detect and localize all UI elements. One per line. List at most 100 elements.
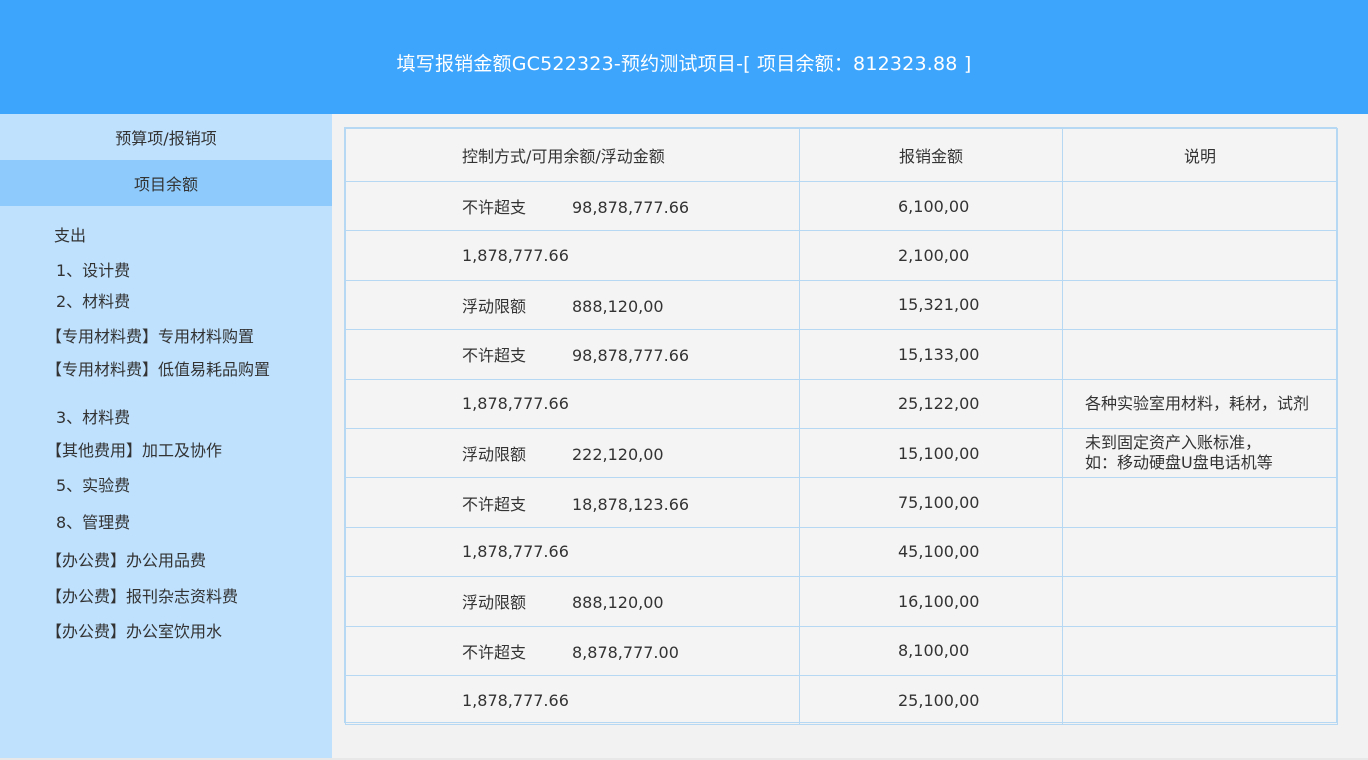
- control-mode: 浮动限额: [462, 296, 527, 316]
- note-cell: [1062, 279, 1338, 331]
- reimbursement-amount-cell[interactable]: 15,133,00: [799, 329, 1063, 380]
- tab-project-balance[interactable]: 项目余额: [0, 160, 332, 206]
- table-row: 不许超支 98,878,777.66 6,100,00: [345, 180, 1338, 232]
- tab-project-balance-label: 项目余额: [133, 175, 198, 194]
- sidebar-item-special-material-purchase[interactable]: 【专用材料费】专用材料购置: [46, 323, 254, 347]
- reimbursement-amount: 15,321,00: [898, 295, 980, 315]
- control-mode: 1,878,777.66: [462, 394, 569, 414]
- table-row: 浮动限额 222,120,00 15,100,00 未到固定资产入账标准， 如：移动硬盘…: [345, 427, 1338, 479]
- note-cell: [1062, 329, 1338, 380]
- note-cell: [1062, 526, 1338, 578]
- sidebar-item-management-fee[interactable]: 8、管理费: [56, 509, 130, 533]
- note-cell: [1062, 625, 1338, 676]
- table-header-row: 控制方式/可用余额/浮动金额 报销金额 说明: [345, 128, 1338, 182]
- available-balance: 888,120,00: [572, 296, 664, 316]
- note-text: 未到固定资产入账标准，: [1085, 433, 1262, 453]
- sidebar-item-expenditure[interactable]: 支出: [54, 222, 86, 246]
- control-cell: 不许超支 98,878,777.66: [345, 180, 800, 232]
- control-cell: 不许超支 18,878,123.66: [345, 477, 800, 528]
- note-cell: [1062, 477, 1338, 528]
- reimbursement-amount: 8,100,00: [898, 641, 970, 661]
- control-cell: 浮动限额 888,120,00: [345, 279, 800, 331]
- control-mode: 浮动限额: [462, 593, 527, 613]
- table-row: 1,878,777.66 45,100,00: [345, 526, 1338, 578]
- sidebar-item-experiment-fee[interactable]: 5、实验费: [56, 472, 130, 496]
- control-cell: 1,878,777.66: [345, 378, 800, 429]
- reimbursement-amount-cell[interactable]: 15,100,00: [799, 427, 1063, 479]
- note-text: 各种实验室用材料，耗材，试剂: [1085, 393, 1310, 413]
- sidebar-item-drinking-water[interactable]: 【办公费】办公室饮用水: [46, 618, 222, 642]
- reimbursement-amount: 15,133,00: [898, 344, 980, 364]
- control-cell: 不许超支 98,878,777.66: [345, 329, 800, 380]
- sidebar-item-material-fee-3[interactable]: 3、材料费: [56, 404, 130, 428]
- column-header-amount: 报销金额: [799, 128, 1063, 182]
- sidebar-item-periodicals[interactable]: 【办公费】报刊杂志资料费: [46, 583, 238, 607]
- available-balance: 8,878,777.00: [572, 642, 679, 662]
- control-mode: 1,878,777.66: [462, 690, 569, 710]
- control-mode: 不许超支: [462, 346, 527, 366]
- sidebar: 预算项/报销项 项目余额 支出 1、设计费 2、材料费 【专用材料费】专用材料购…: [0, 114, 332, 758]
- reimbursement-amount-cell[interactable]: 25,122,00: [799, 378, 1063, 429]
- note-text-line2: 如：移动硬盘U盘电话机等: [1085, 453, 1273, 473]
- reimbursement-amount: 6,100,00: [898, 196, 970, 216]
- reimbursement-amount-cell[interactable]: 16,100,00: [799, 576, 1063, 627]
- control-mode: 1,878,777.66: [462, 542, 569, 562]
- available-balance: 98,878,777.66: [572, 346, 690, 366]
- note-cell: 各种实验室用材料，耗材，试剂: [1062, 378, 1338, 429]
- reimbursement-amount-cell[interactable]: 6,100,00: [799, 180, 1063, 232]
- reimbursement-amount-cell[interactable]: 8,100,00: [799, 625, 1063, 676]
- table-row: 不许超支 98,878,777.66 15,133,00: [345, 329, 1338, 380]
- sidebar-item-processing-cooperation[interactable]: 【其他费用】加工及协作: [46, 437, 222, 461]
- reimbursement-amount-cell[interactable]: 2,100,00: [799, 230, 1063, 281]
- note-cell: [1062, 230, 1338, 281]
- table-row: 1,878,777.66 25,100,00: [345, 674, 1338, 726]
- reimbursement-amount-cell[interactable]: 45,100,00: [799, 526, 1063, 578]
- available-balance: 18,878,123.66: [572, 494, 690, 514]
- reimbursement-amount: 2,100,00: [898, 246, 970, 266]
- control-mode: 1,878,777.66: [462, 246, 569, 266]
- reimbursement-amount: 16,100,00: [898, 591, 980, 611]
- control-cell: 不许超支 8,878,777.00: [345, 625, 800, 676]
- table-row: 1,878,777.66 2,100,00: [345, 230, 1338, 281]
- control-cell: 1,878,777.66: [345, 230, 800, 281]
- tab-budget-items[interactable]: 预算项/报销项: [0, 114, 332, 160]
- table-row: 不许超支 8,878,777.00 8,100,00: [345, 625, 1338, 676]
- table-row: 浮动限额 888,120,00 15,321,00: [345, 279, 1338, 331]
- page-header: 填写报销金额GC522323-预约测试项目-[ 项目余额：812323.88 ]: [0, 0, 1368, 114]
- control-cell: 浮动限额 888,120,00: [345, 576, 800, 627]
- note-cell: [1062, 180, 1338, 232]
- available-balance: 98,878,777.66: [572, 198, 690, 218]
- control-mode: 浮动限额: [462, 445, 527, 465]
- available-balance: 888,120,00: [572, 593, 664, 613]
- reimbursement-amount: 15,100,00: [898, 443, 980, 463]
- table-row: 1,878,777.66 25,122,00 各种实验室用材料，耗材，试剂: [345, 378, 1338, 429]
- control-mode: 不许超支: [462, 642, 527, 662]
- reimbursement-amount: 75,100,00: [898, 493, 980, 513]
- note-cell: [1062, 674, 1338, 726]
- sidebar-item-material-fee[interactable]: 2、材料费: [56, 288, 130, 312]
- control-mode: 不许超支: [462, 494, 527, 514]
- sidebar-item-office-supplies[interactable]: 【办公费】办公用品费: [46, 547, 206, 571]
- column-header-control: 控制方式/可用余额/浮动金额: [345, 128, 800, 182]
- reimbursement-amount: 45,100,00: [898, 542, 980, 562]
- reimbursement-amount-cell[interactable]: 75,100,00: [799, 477, 1063, 528]
- control-cell: 1,878,777.66: [345, 526, 800, 578]
- page-title: 填写报销金额GC522323-预约测试项目-[ 项目余额：812323.88 ]: [396, 52, 972, 75]
- tab-budget-items-label: 预算项/报销项: [115, 129, 217, 148]
- sidebar-item-consumables-purchase[interactable]: 【专用材料费】低值易耗品购置: [46, 356, 270, 380]
- reimbursement-amount: 25,100,00: [898, 690, 980, 710]
- control-mode: 不许超支: [462, 198, 527, 218]
- reimbursement-amount: 25,122,00: [898, 394, 980, 414]
- note-cell: [1062, 576, 1338, 627]
- control-cell: 1,878,777.66: [345, 674, 800, 726]
- column-header-note: 说明: [1062, 128, 1338, 182]
- reimbursement-table: 控制方式/可用余额/浮动金额 报销金额 说明 不许超支 98,878,777.66…: [344, 127, 1338, 726]
- note-cell: 未到固定资产入账标准， 如：移动硬盘U盘电话机等: [1062, 427, 1338, 479]
- sidebar-item-design-fee[interactable]: 1、设计费: [56, 257, 130, 281]
- available-balance: 222,120,00: [572, 445, 664, 465]
- table-row: 不许超支 18,878,123.66 75,100,00: [345, 477, 1338, 528]
- reimbursement-amount-cell[interactable]: 15,321,00: [799, 279, 1063, 331]
- table-row: 浮动限额 888,120,00 16,100,00: [345, 576, 1338, 627]
- reimbursement-amount-cell[interactable]: 25,100,00: [799, 674, 1063, 726]
- control-cell: 浮动限额 222,120,00: [345, 427, 800, 479]
